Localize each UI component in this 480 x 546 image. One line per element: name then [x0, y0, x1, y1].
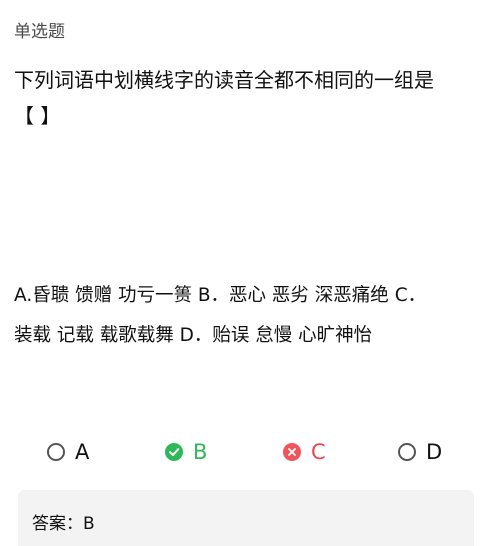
radio-empty-icon [398, 443, 416, 461]
option-b[interactable]: B [165, 436, 207, 468]
option-a[interactable]: A [47, 436, 89, 468]
option-b-label: B [193, 440, 208, 464]
answer-panel: 答案：B [18, 490, 474, 546]
option-a-label: A [75, 440, 90, 464]
answer-text: 答案：B [32, 514, 95, 534]
option-row: A B C D [0, 436, 480, 468]
option-c-label: C [311, 440, 326, 464]
cross-icon [283, 443, 301, 461]
check-icon [165, 443, 183, 461]
question-text: 下列词语中划横线字的读音全都不相同的一组是 【 】 [14, 68, 434, 128]
option-c[interactable]: C [283, 436, 326, 468]
question-type-label: 单选题 [14, 22, 65, 42]
option-d[interactable]: D [398, 436, 442, 468]
option-d-label: D [426, 440, 443, 464]
choices-text: A.昏聩 馈赠 功亏一篑 B．恶心 恶劣 深恶痛绝 C． 装载 记载 载歌载舞 … [14, 285, 427, 346]
radio-empty-icon [47, 443, 65, 461]
